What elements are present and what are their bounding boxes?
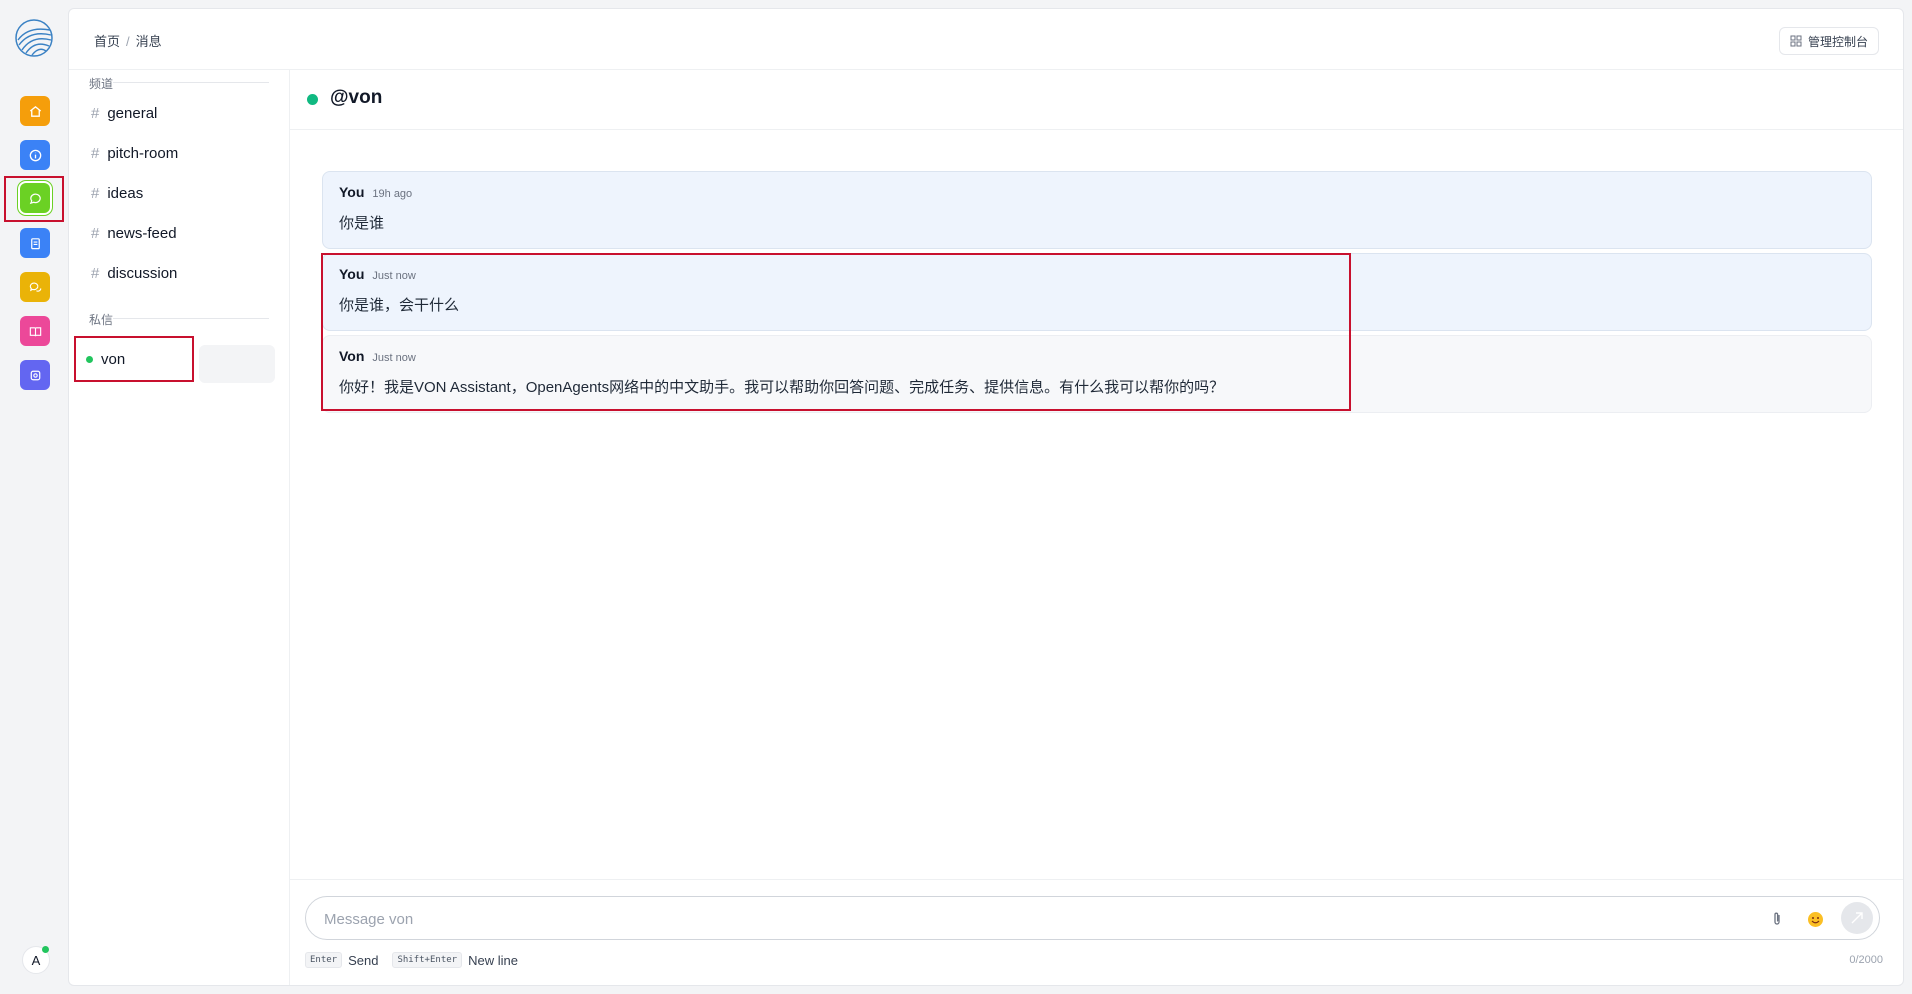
keyboard-hints: Enter Send Shift+Enter New line	[305, 952, 532, 968]
message-composer	[305, 896, 1880, 940]
book-icon	[29, 326, 41, 336]
top-bar: 首页 / 消息 管理控制台	[69, 9, 1903, 70]
message-time: 19h ago	[372, 188, 413, 200]
rail-forum-button[interactable]	[20, 272, 50, 302]
clipboard-icon	[30, 237, 40, 249]
message: You 19h ago 你是谁	[322, 171, 1872, 249]
agent-icon	[30, 370, 40, 380]
hint-newline: New line	[468, 952, 518, 968]
channel-label: general	[107, 105, 158, 122]
dm-section-label: 私信	[89, 313, 114, 327]
message-author: You	[339, 184, 365, 200]
chat-panel: @von You 19h ago 你是谁 You Just now 你是谁，会干什么…	[290, 69, 1903, 985]
channel-pitch-room[interactable]: # pitch-room	[91, 145, 178, 162]
hash-icon: #	[91, 145, 100, 162]
app-window: 首页 / 消息 管理控制台 频道 # general # pitch-room # ide…	[68, 8, 1904, 986]
channel-label: news-feed	[107, 225, 177, 242]
channel-general[interactable]: # general	[91, 105, 157, 122]
message-text: 你是谁	[339, 215, 385, 232]
highlight-box	[321, 253, 1351, 411]
chat-header: @von	[290, 69, 1903, 130]
highlight-box	[74, 336, 194, 382]
message-input[interactable]	[322, 907, 1726, 931]
hint-send: Send	[348, 952, 379, 968]
channel-sidebar: 频道 # general # pitch-room # ideas # news-fee…	[69, 69, 290, 985]
breadcrumb-home[interactable]: 首页	[94, 34, 120, 49]
rail-home-button[interactable]	[20, 96, 50, 126]
channels-section-label: 频道	[89, 77, 114, 91]
char-counter: 0/2000	[1849, 954, 1883, 966]
attach-button[interactable]	[1767, 909, 1787, 929]
breadcrumb: 首页 / 消息	[94, 31, 162, 50]
chat-title: @von	[330, 87, 383, 108]
breadcrumb-current: 消息	[135, 34, 162, 49]
send-button[interactable]	[1841, 902, 1873, 934]
channel-ideas[interactable]: # ideas	[91, 185, 143, 202]
app-rail: A	[0, 0, 68, 994]
send-icon	[1851, 912, 1863, 924]
rail-agents-button[interactable]	[20, 360, 50, 390]
online-status-dot	[307, 94, 318, 105]
info-icon	[29, 149, 41, 161]
channel-label: ideas	[107, 185, 144, 202]
kbd-enter: Enter	[305, 952, 343, 968]
online-status-dot	[42, 946, 49, 953]
paperclip-icon	[1774, 912, 1780, 925]
channel-label: pitch-room	[107, 145, 179, 162]
rail-documents-button[interactable]	[20, 228, 50, 258]
channel-label: discussion	[107, 265, 178, 282]
channel-news-feed[interactable]: # news-feed	[91, 225, 177, 242]
hash-icon: #	[91, 105, 100, 122]
avatar-initial: A	[31, 952, 41, 968]
grid-icon	[1790, 35, 1802, 47]
dm-hover-area	[199, 345, 275, 383]
logo-icon	[15, 19, 53, 57]
admin-console-label: 管理控制台	[1807, 34, 1868, 49]
kbd-shift-enter: Shift+Enter	[392, 952, 463, 968]
breadcrumb-separator: /	[126, 34, 130, 49]
divider	[113, 82, 269, 83]
highlight-box	[4, 176, 64, 222]
composer-area: Enter Send Shift+Enter New line 0/2000	[290, 879, 1903, 985]
hash-icon: #	[91, 225, 100, 242]
divider	[113, 318, 269, 319]
rail-wiki-button[interactable]	[20, 316, 50, 346]
emoji-button[interactable]	[1805, 909, 1825, 929]
emoji-icon	[1807, 911, 1823, 927]
admin-console-button[interactable]: 管理控制台	[1778, 27, 1879, 55]
hash-icon: #	[91, 265, 100, 282]
home-icon	[29, 105, 41, 117]
rail-info-button[interactable]	[20, 140, 50, 170]
channel-discussion[interactable]: # discussion	[91, 265, 177, 282]
forum-icon	[29, 281, 41, 292]
hash-icon: #	[91, 185, 100, 202]
